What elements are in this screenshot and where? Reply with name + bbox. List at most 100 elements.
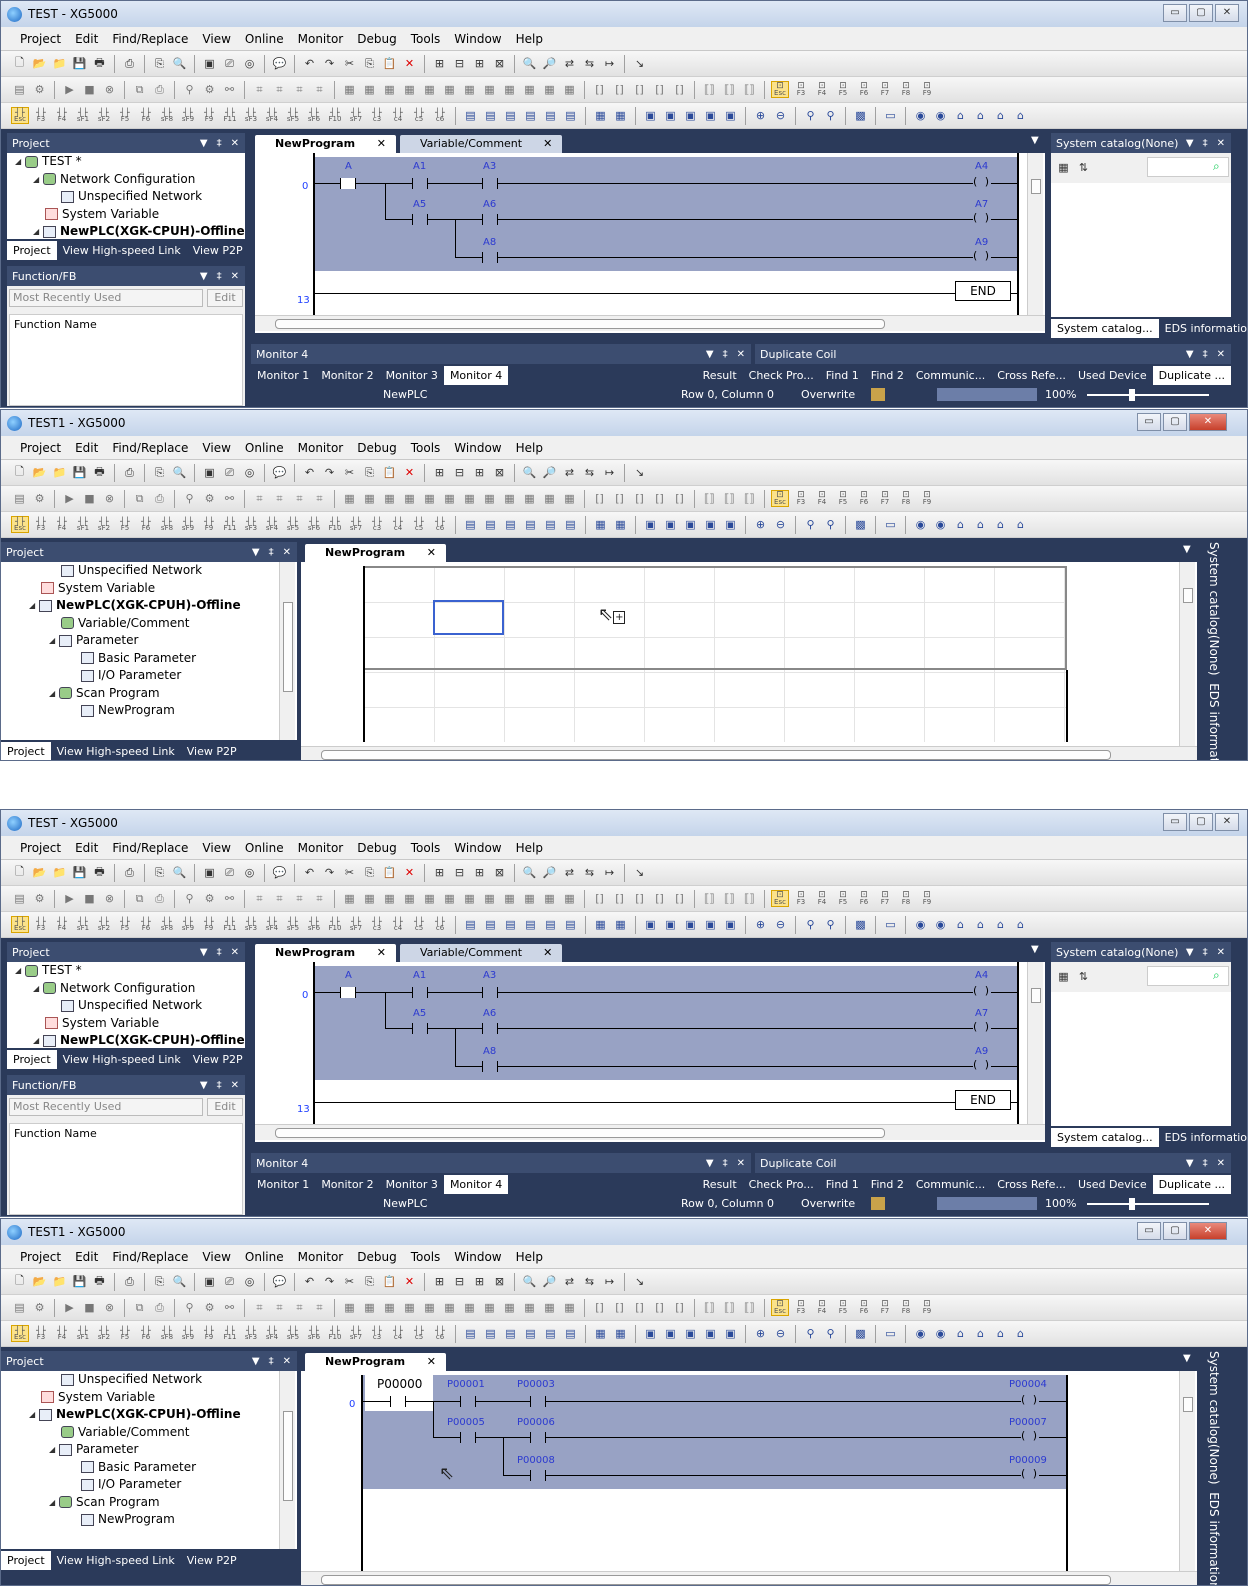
pin-icon[interactable]: ‡ (269, 547, 274, 558)
ladder-element-key-sf8[interactable]: ┤├ sF8 (158, 107, 176, 124)
ladder-mode-key-f7[interactable]: ⊡ F7 (876, 890, 894, 907)
search-icon[interactable]: ⌕ (1213, 968, 1220, 983)
tab-newprogram[interactable]: NewProgram ✕ (305, 1353, 446, 1371)
goto-icon[interactable]: ↦ (601, 1273, 618, 1290)
ladder-editor[interactable]: 0 P00000 P00001 P00003 P00005 P00006 P00… (301, 1371, 1197, 1585)
menu-debug[interactable]: Debug (350, 441, 403, 455)
online-tool-icon[interactable]: ▦ (561, 490, 578, 507)
open-file-icon[interactable]: 📂 (31, 55, 48, 72)
undo-icon[interactable]: ↶ (301, 864, 318, 881)
redo-icon[interactable]: ↷ (321, 55, 338, 72)
sort-az-icon[interactable]: ⇅ (1075, 159, 1092, 176)
print-icon[interactable]: 🖶 (91, 864, 108, 881)
run-icon[interactable]: ⎚ (221, 55, 238, 72)
tab-result[interactable]: Result (697, 366, 743, 385)
view-tool-icon[interactable]: ▦ (592, 107, 609, 124)
online-tool-icon[interactable]: ⌗ (271, 890, 288, 907)
online-tool-icon[interactable]: ⟦⟧ (741, 81, 758, 98)
delete-col-icon[interactable]: ⊠ (491, 1273, 508, 1290)
online-tool-icon[interactable]: ▦ (501, 890, 518, 907)
online-tool-icon[interactable]: ▦ (461, 1299, 478, 1316)
online-tool-icon[interactable]: ⧉ (131, 81, 148, 98)
online-tool-icon[interactable]: [] (671, 490, 688, 507)
tree-item-system-variable[interactable]: System Variable (15, 206, 245, 224)
view-tool-icon[interactable]: ▤ (502, 107, 519, 124)
view-tool-icon[interactable]: ⌂ (992, 516, 1009, 533)
online-tool-icon[interactable]: ▦ (361, 490, 378, 507)
online-tool-icon[interactable]: ⎙ (151, 890, 168, 907)
close-icon[interactable]: ✕ (231, 271, 239, 282)
ladder-mode-key-f5[interactable]: ⊡ F5 (834, 490, 852, 507)
online-tool-icon[interactable]: ⚯ (221, 490, 238, 507)
online-tool-icon[interactable]: ▦ (481, 1299, 498, 1316)
delete-col-icon[interactable]: ⊠ (491, 864, 508, 881)
menu-monitor[interactable]: Monitor (291, 441, 351, 455)
view-tool-icon[interactable]: ▦ (592, 516, 609, 533)
view-tool-icon[interactable]: ⌂ (952, 107, 969, 124)
online-tool-icon[interactable]: ▦ (501, 1299, 518, 1316)
view-tool-icon[interactable]: ▩ (852, 516, 869, 533)
online-tool-icon[interactable]: [] (591, 1299, 608, 1316)
menu-tools[interactable]: Tools (404, 441, 448, 455)
new-file-icon[interactable]: 🗋 (11, 864, 28, 881)
online-tool-icon[interactable]: ▦ (381, 490, 398, 507)
view-tool-icon[interactable]: ▤ (482, 916, 499, 933)
ladder-element-key-sf6[interactable]: ┤├ sF6 (305, 1325, 323, 1342)
view-tool-icon[interactable]: ⊕ (752, 107, 769, 124)
delete-icon[interactable]: ✕ (401, 1273, 418, 1290)
online-tool-icon[interactable]: ▦ (441, 1299, 458, 1316)
ladder-element-key-c5[interactable]: ┤├ c5 (410, 107, 428, 124)
online-tool-icon[interactable]: ▦ (421, 890, 438, 907)
tree-item-system-variable[interactable]: System Variable (9, 1389, 297, 1407)
view-tool-icon[interactable]: ⌂ (952, 516, 969, 533)
view-tool-icon[interactable]: ▤ (502, 916, 519, 933)
online-tool-icon[interactable]: ■ (81, 81, 98, 98)
menu-debug[interactable]: Debug (350, 1250, 403, 1264)
ladder-mode-key-f4[interactable]: ⊡ F4 (813, 890, 831, 907)
ladder-editor[interactable]: 0 13 A A1 A3 A5 A6 A8 ( ) A4 ( ) A7 ( ) … (255, 962, 1045, 1142)
ladder-element-key-sf9[interactable]: ┤├ sF9 (179, 516, 197, 533)
dropdown-icon[interactable]: ▼ (252, 1356, 260, 1367)
save-icon[interactable]: 💾 (71, 1273, 88, 1290)
replace-all-icon[interactable]: ⇆ (581, 55, 598, 72)
online-tool-icon[interactable]: ▦ (541, 1299, 558, 1316)
online-tool-icon[interactable]: ▦ (381, 81, 398, 98)
tab-project[interactable]: Project (1, 1551, 51, 1570)
view-tool-icon[interactable]: ▣ (642, 916, 659, 933)
tab-cross-reference[interactable]: Cross Refe... (991, 1175, 1072, 1194)
online-tool-icon[interactable]: [] (591, 81, 608, 98)
view-tool-icon[interactable]: ▣ (722, 516, 739, 533)
tree-item-variable-comment[interactable]: Variable/Comment (9, 1424, 297, 1442)
online-tool-icon[interactable]: ⊗ (101, 1299, 118, 1316)
dropdown-icon[interactable]: ▼ (706, 1158, 714, 1169)
view-tool-icon[interactable]: ⊕ (752, 516, 769, 533)
ladder-mode-key-f7[interactable]: ⊡ F7 (876, 1299, 894, 1316)
ladder-element-key-f10[interactable]: ┤├ F10 (326, 516, 344, 533)
paste-icon[interactable]: 📋 (381, 864, 398, 881)
online-tool-icon[interactable]: ⚲ (181, 1299, 198, 1316)
online-tool-icon[interactable]: ⚲ (181, 81, 198, 98)
online-tool-icon[interactable]: ⚙ (31, 490, 48, 507)
online-tool-icon[interactable]: ▦ (441, 490, 458, 507)
print-icon[interactable]: 🖶 (91, 464, 108, 481)
close-icon[interactable]: ✕ (283, 1356, 291, 1367)
view-tool-icon[interactable]: ▤ (502, 1325, 519, 1342)
online-tool-icon[interactable]: ⊗ (101, 890, 118, 907)
menu-tools[interactable]: Tools (404, 841, 448, 855)
menu-help[interactable]: Help (509, 841, 550, 855)
view-tool-icon[interactable]: ▣ (682, 107, 699, 124)
contact[interactable] (340, 178, 356, 189)
online-tool-icon[interactable]: ▦ (421, 490, 438, 507)
online-tool-icon[interactable]: ■ (81, 1299, 98, 1316)
coil[interactable]: ( ) (973, 249, 992, 262)
menu-find-replace[interactable]: Find/Replace (105, 841, 195, 855)
ladder-element-key-sf6[interactable]: ┤├ sF6 (305, 916, 323, 933)
ladder-element-key-f9[interactable]: ┤├ F9 (200, 107, 218, 124)
contact[interactable] (482, 252, 498, 263)
ladder-element-key-f4[interactable]: ┤├ F4 (53, 916, 71, 933)
coil[interactable]: ( ) (973, 1020, 992, 1033)
find-icon[interactable]: 🔍 (171, 464, 188, 481)
online-tool-icon[interactable]: ▶ (61, 81, 78, 98)
online-tool-icon[interactable]: [] (611, 81, 628, 98)
view-tool-icon[interactable]: ▣ (702, 1325, 719, 1342)
